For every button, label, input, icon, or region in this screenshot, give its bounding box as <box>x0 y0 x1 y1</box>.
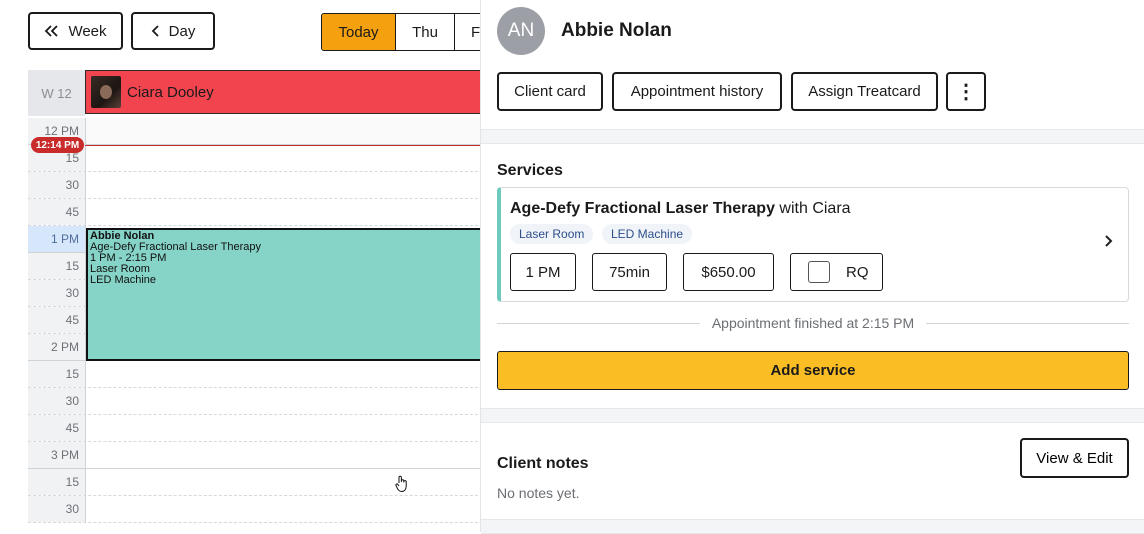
time-label: 45 <box>28 415 85 441</box>
client-name: Abbie Nolan <box>561 20 672 41</box>
time-label: 3 PM <box>28 442 85 468</box>
appointment-history-button[interactable]: Appointment history <box>612 72 782 111</box>
view-edit-notes-button[interactable]: View & Edit <box>1020 438 1129 478</box>
kebab-menu-icon: ⋮ <box>956 81 976 103</box>
double-chevron-left-icon <box>45 25 59 37</box>
no-notes-text: No notes yet. <box>497 485 580 501</box>
week-button-label: Week <box>68 22 107 40</box>
time-label: 45 <box>28 307 85 333</box>
more-options-button[interactable]: ⋮ <box>946 72 986 111</box>
assign-treatcard-button[interactable]: Assign Treatcard <box>791 72 938 111</box>
service-card[interactable]: Age-Defy Fractional Laser Therapy with C… <box>497 187 1129 302</box>
client-avatar: AN <box>497 7 545 55</box>
calendar-view: Week Day Today Thu F W 12 Ciara Dooley 1… <box>0 0 480 532</box>
appointment-machine: LED Machine <box>90 274 157 286</box>
resource-tag: LED Machine <box>602 224 693 244</box>
time-slot[interactable]: 15 <box>28 361 480 388</box>
divider <box>481 129 1144 144</box>
day-button[interactable]: Day <box>131 12 215 50</box>
thu-button[interactable]: Thu <box>395 13 455 51</box>
client-card-button[interactable]: Client card <box>497 72 603 111</box>
current-time-line <box>85 145 480 146</box>
time-slot[interactable]: 30 <box>28 388 480 415</box>
finished-text: Appointment finished at 2:15 PM <box>711 315 915 331</box>
time-slot[interactable]: 30 <box>28 496 480 523</box>
time-slot[interactable]: 3 PM <box>28 442 480 469</box>
staff-header[interactable]: Ciara Dooley <box>85 70 480 114</box>
day-button-label: Day <box>168 22 196 40</box>
duration-field[interactable]: 75min <box>592 253 667 291</box>
week-number: W 12 <box>28 70 85 116</box>
appointment-finished-note: Appointment finished at 2:15 PM <box>497 314 1129 332</box>
time-label: 30 <box>28 388 85 414</box>
time-label: 45 <box>28 199 85 225</box>
chevron-right-icon <box>1105 235 1113 247</box>
time-label: 15 <box>28 253 85 279</box>
divider <box>481 408 1144 423</box>
services-heading: Services <box>497 162 563 179</box>
time-slot[interactable]: 12 PM <box>28 118 480 145</box>
add-service-button[interactable]: Add service <box>497 351 1129 390</box>
price-field[interactable]: $650.00 <box>683 253 774 291</box>
today-button[interactable]: Today <box>321 13 396 51</box>
time-label: 2 PM <box>28 334 85 360</box>
time-label: 1 PM <box>28 226 85 252</box>
time-label: 30 <box>28 496 85 522</box>
time-label: 15 <box>28 469 85 495</box>
rq-checkbox[interactable] <box>808 261 830 283</box>
time-slot[interactable]: 45 <box>28 199 480 226</box>
service-staff: with Ciara <box>779 200 851 217</box>
time-label: 30 <box>28 280 85 306</box>
time-slot[interactable]: 45 <box>28 415 480 442</box>
time-slot[interactable]: 15 <box>28 469 480 496</box>
request-toggle[interactable]: RQ <box>790 253 883 291</box>
service-name: Age-Defy Fractional Laser Therapy <box>510 200 775 217</box>
time-slot[interactable]: 30 <box>28 172 480 199</box>
hand-cursor-icon <box>395 475 407 493</box>
fri-button[interactable]: F <box>454 13 480 51</box>
appointment-block[interactable]: Abbie Nolan Age-Defy Fractional Laser Th… <box>86 228 480 361</box>
start-time-field[interactable]: 1 PM <box>510 253 576 291</box>
time-label: 15 <box>28 361 85 387</box>
week-button[interactable]: Week <box>28 12 123 50</box>
staff-avatar <box>91 76 121 108</box>
rq-label: RQ <box>846 263 869 281</box>
chevron-left-icon <box>151 25 159 37</box>
time-slot[interactable]: 15 <box>28 145 480 172</box>
time-label: 30 <box>28 172 85 198</box>
current-time-badge: 12:14 PM <box>31 137 84 153</box>
resource-tag: Laser Room <box>510 224 594 244</box>
staff-name: Ciara Dooley <box>127 83 214 101</box>
appointment-panel: AN Abbie Nolan Client card Appointment h… <box>480 0 1144 534</box>
client-notes-heading: Client notes <box>497 455 589 472</box>
service-title: Age-Defy Fractional Laser Therapy with C… <box>510 200 851 218</box>
